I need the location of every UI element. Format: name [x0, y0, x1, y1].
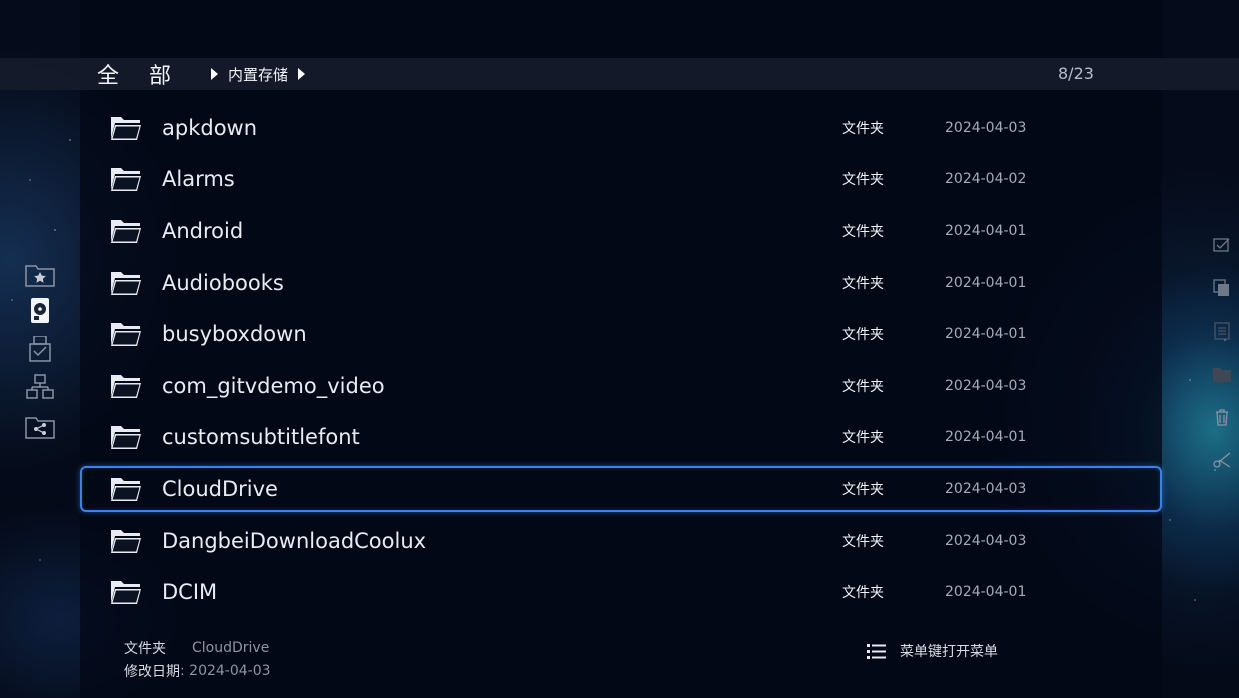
file-date: 2024-04-03	[945, 481, 1027, 498]
file-row[interactable]: busyboxdown 文件夹 2024-04-01	[80, 308, 1162, 360]
delete-icon[interactable]	[1212, 408, 1232, 426]
info-modified-label: 修改日期	[124, 663, 180, 680]
copy-icon[interactable]	[1212, 279, 1232, 297]
file-row[interactable]: customsubtitlefont 文件夹 2024-04-01	[80, 412, 1162, 464]
cut-icon[interactable]	[1212, 451, 1232, 469]
folder-icon	[110, 527, 142, 555]
file-name: Alarms	[162, 167, 235, 192]
folder-icon	[110, 165, 142, 193]
info-type-label: 文件夹	[124, 640, 166, 657]
file-name: busyboxdown	[162, 322, 307, 347]
file-date: 2024-04-01	[945, 222, 1027, 239]
file-type: 文件夹	[842, 120, 884, 137]
local-disk-icon[interactable]	[25, 298, 55, 324]
breadcrumb: 全部 内置存储	[97, 58, 309, 90]
file-name: com_gitvdemo_video	[162, 373, 385, 398]
folder-icon	[110, 114, 142, 142]
file-date: 2024-04-01	[945, 429, 1027, 446]
move-icon[interactable]	[1212, 365, 1232, 383]
file-type: 文件夹	[842, 430, 884, 447]
folder-icon	[110, 320, 142, 348]
file-name: Audiobooks	[162, 270, 284, 295]
file-date: 2024-04-03	[945, 119, 1027, 136]
usb-drive-icon[interactable]	[25, 336, 55, 362]
file-row[interactable]: com_gitvdemo_video 文件夹 2024-04-03	[80, 360, 1162, 412]
file-type: 文件夹	[842, 585, 884, 602]
paste-icon[interactable]	[1212, 322, 1232, 340]
file-row[interactable]: apkdown 文件夹 2024-04-03	[80, 102, 1162, 154]
menu-hint: 菜单键打开菜单	[866, 641, 998, 661]
item-counter: 8/23	[1058, 64, 1094, 83]
file-type: 文件夹	[842, 327, 884, 344]
file-type: 文件夹	[842, 172, 884, 189]
folder-icon	[110, 475, 142, 503]
file-name: DCIM	[162, 580, 218, 605]
folder-icon	[110, 578, 142, 606]
info-modified-value: : 2024-04-03	[180, 662, 271, 679]
file-type: 文件夹	[842, 275, 884, 292]
select-check-icon[interactable]	[1212, 236, 1232, 254]
menu-list-icon	[867, 644, 886, 659]
file-row[interactable]: DCIM 文件夹 2024-04-01	[80, 566, 1162, 618]
folder-icon	[110, 217, 142, 245]
breadcrumb-root[interactable]: 全部	[97, 58, 201, 90]
folder-icon	[110, 372, 142, 400]
file-type: 文件夹	[842, 533, 884, 550]
file-date: 2024-04-03	[945, 377, 1027, 394]
file-list: apkdown 文件夹 2024-04-03 Alarms 文件夹 2024-04-02 A…	[80, 102, 1162, 618]
file-date: 2024-04-01	[945, 326, 1027, 343]
info-type-value: CloudDrive	[192, 639, 270, 656]
file-row-selected[interactable]: CloudDrive 文件夹 2024-04-03	[80, 466, 1162, 513]
file-name: DangbeiDownloadCoolux	[162, 528, 427, 553]
file-date: 2024-04-01	[945, 584, 1027, 601]
file-type: 文件夹	[842, 378, 884, 395]
breadcrumb-current[interactable]: 内置存储	[228, 64, 288, 85]
file-date: 2024-04-03	[945, 532, 1027, 549]
file-row[interactable]: Audiobooks 文件夹 2024-04-01	[80, 257, 1162, 309]
file-name: apkdown	[162, 115, 258, 140]
file-date: 2024-04-02	[945, 171, 1027, 188]
file-row[interactable]: Alarms 文件夹 2024-04-02	[80, 154, 1162, 206]
menu-hint-text: 菜单键打开菜单	[900, 644, 998, 660]
file-row[interactable]: Android 文件夹 2024-04-01	[80, 205, 1162, 257]
share-folder-icon[interactable]	[25, 414, 55, 440]
file-name: Android	[162, 218, 244, 243]
file-row[interactable]: DangbeiDownloadCoolux 文件夹 2024-04-03	[80, 515, 1162, 567]
network-icon[interactable]	[25, 374, 55, 400]
file-name: CloudDrive	[162, 477, 278, 502]
file-type: 文件夹	[842, 482, 884, 499]
file-type: 文件夹	[842, 223, 884, 240]
file-date: 2024-04-01	[945, 274, 1027, 291]
folder-icon	[110, 269, 142, 297]
folder-icon	[110, 423, 142, 451]
file-info: 文件夹 CloudDrive 修改日期 : 2024-04-03	[124, 636, 271, 682]
file-name: customsubtitlefont	[162, 425, 360, 450]
breadcrumb-arrow-icon	[298, 68, 306, 80]
breadcrumb-arrow-icon	[211, 68, 219, 80]
favorites-folder-icon[interactable]	[25, 262, 55, 288]
